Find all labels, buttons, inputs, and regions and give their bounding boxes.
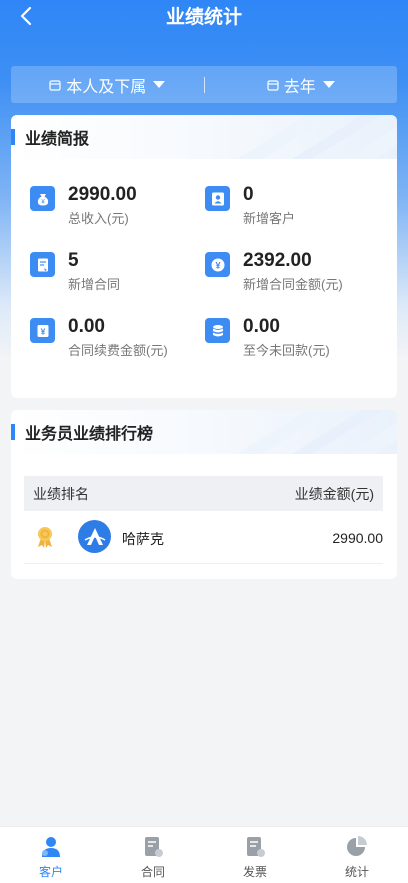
back-button[interactable] [14,4,38,28]
page-title: 业绩统计 [165,6,242,28]
stats-grid: ¥ 2990.00 总收入(元) 0 新增客户 5 新增合同 ¥ 2392.00… [11,159,397,397]
amount-column-header: 业绩金额(元) [294,485,374,502]
calendar-icon [267,79,279,91]
tab-customer[interactable]: 客户 [0,827,102,883]
filter-bar: 本人及下属 去年 [11,66,397,103]
stat-renewal-amount: ¥ 0.00 合同续费金额(元) [30,316,168,359]
tab-label: 客户 [38,865,63,879]
caret-down-icon [153,81,166,88]
tab-statistics[interactable]: 统计 [306,827,408,883]
svg-text:¥: ¥ [40,326,45,336]
bottom-tab-bar: 客户 合同 发票 统计 [0,826,408,883]
contract-icon [30,252,55,277]
stat-unpaid: 0.00 至今未回款(元) [205,316,330,359]
salesperson-name: 哈萨克 [122,531,164,547]
stat-value: 2392.00 [243,250,312,271]
medal-icon [38,527,52,548]
invoice-icon [247,837,265,857]
salesperson-amount: 2990.00 [332,530,383,546]
stat-value: 2990.00 [68,184,137,205]
stat-value: 0 [243,184,254,205]
stat-value: 0.00 [243,316,280,337]
stat-new-contracts: 5 新增合同 [30,250,120,293]
tab-label: 发票 [242,865,267,879]
logo-icon [84,527,105,545]
stat-total-income: ¥ 2990.00 总收入(元) [30,184,137,227]
contract-icon [145,837,163,857]
ranking-card-header: 业务员业绩排行榜 [11,410,397,454]
avatar [78,520,111,553]
summary-title: 业绩简报 [25,131,90,148]
stat-new-customers: 0 新增客户 [205,184,295,227]
scope-filter[interactable]: 本人及下属 [11,73,204,97]
tab-contract[interactable]: 合同 [102,827,204,883]
stat-label: 总收入(元) [68,211,129,226]
stat-label: 新增合同 [68,277,121,292]
caret-down-icon [322,81,335,88]
summary-card: 业绩简报 ¥ 2990.00 总收入(元) 0 新增客户 5 新增合同 ¥ 23… [11,115,397,398]
stat-label: 新增客户 [243,211,296,226]
user-icon [205,186,230,211]
accent-bar [11,129,15,145]
period-filter-label: 去年 [283,78,316,96]
ranking-title: 业务员业绩排行榜 [25,426,154,443]
money-bag-icon: ¥ [30,186,55,211]
coins-icon [205,318,230,343]
statistics-icon [347,836,367,856]
tab-invoice[interactable]: 发票 [204,827,306,883]
tab-label: 合同 [140,865,165,879]
scope-filter-label: 本人及下属 [66,78,147,96]
customer-icon [42,837,60,857]
tab-label: 统计 [344,865,369,879]
summary-card-header: 业绩简报 [11,115,397,159]
ranking-card: 业务员业绩排行榜 业绩排名 业绩金额(元) 哈萨克 2990.00 [11,410,397,579]
stat-label: 至今未回款(元) [243,343,330,358]
stat-new-contract-amount: ¥ 2392.00 新增合同金额(元) [205,250,343,293]
header-decoration [237,410,397,454]
stat-value: 5 [68,250,79,271]
header-decoration [237,115,397,159]
period-filter[interactable]: 去年 [205,73,398,97]
calendar-icon [49,79,61,91]
yen-icon: ¥ [205,252,230,277]
rank-column-header: 业绩排名 [33,485,89,502]
table-row[interactable]: 哈萨克 2990.00 [24,511,383,564]
stat-label: 新增合同金额(元) [243,277,343,292]
accent-bar [11,424,15,440]
ranking-table-header: 业绩排名 业绩金额(元) [24,476,383,511]
chevron-left-icon [20,6,32,26]
yen-doc-icon: ¥ [30,318,55,343]
stat-value: 0.00 [68,316,105,337]
svg-text:¥: ¥ [215,260,220,270]
stat-label: 合同续费金额(元) [68,343,168,358]
nav-header: 业绩统计 [0,0,408,40]
